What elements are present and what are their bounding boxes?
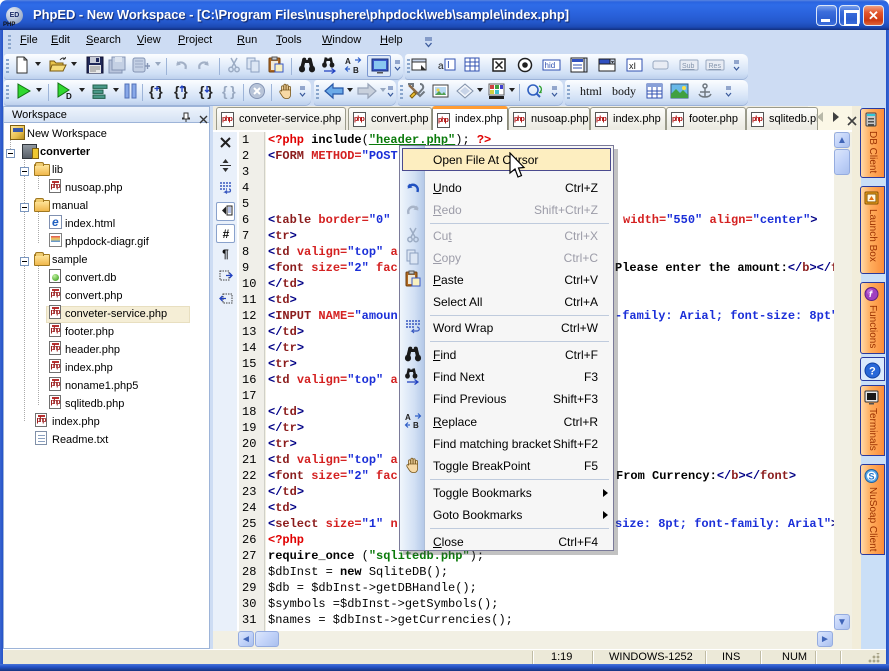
svg-text:{ }: { }	[222, 83, 236, 99]
svg-text:S: S	[869, 472, 875, 482]
svg-text:a: a	[438, 61, 444, 72]
svg-text:hid: hid	[545, 61, 556, 70]
svg-text:{ }: { }	[174, 83, 188, 99]
svg-text:Sub: Sub	[682, 63, 695, 70]
svg-text:D: D	[66, 92, 72, 100]
svg-text:I: I	[447, 60, 450, 71]
svg-text:Res: Res	[709, 63, 722, 70]
svg-text:B: B	[353, 66, 359, 74]
svg-text:xI: xI	[629, 61, 636, 71]
svg-text:B: B	[413, 421, 419, 430]
svg-text:A: A	[345, 57, 351, 66]
svg-text:A: A	[405, 413, 411, 422]
svg-text:?: ?	[869, 366, 876, 378]
svg-text:{ }: { }	[149, 83, 163, 99]
